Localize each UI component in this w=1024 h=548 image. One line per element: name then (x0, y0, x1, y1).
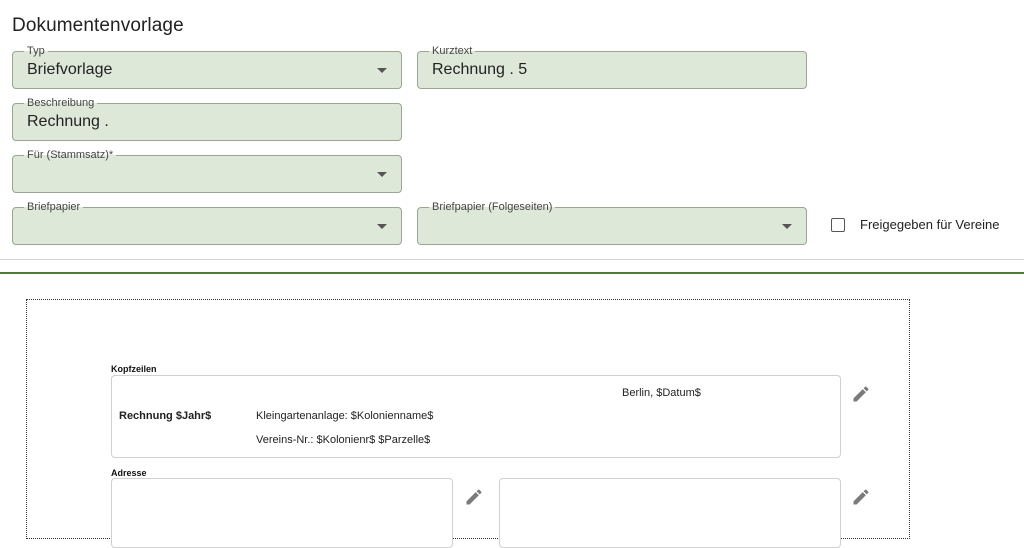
pencil-icon (466, 489, 482, 505)
fuer-stammsatz-label: Für (Stammsatz)* (24, 149, 117, 161)
freigegeben-checkbox[interactable] (831, 217, 845, 232)
chevron-down-icon (377, 224, 387, 229)
form-divider (0, 259, 1024, 260)
kurztext-value: Rechnung . 5 (432, 61, 528, 78)
edit-adresse-right-button[interactable] (851, 487, 871, 507)
adresse-label: Adresse (111, 468, 147, 478)
edit-adresse-left-button[interactable] (464, 487, 484, 507)
fuer-stammsatz-select[interactable]: Für (Stammsatz)* (12, 149, 402, 193)
pencil-icon (853, 386, 869, 402)
freigegeben-checkbox-row[interactable]: Freigegeben für Vereine (831, 217, 999, 232)
pencil-icon (853, 489, 869, 505)
beschreibung-input[interactable]: Beschreibung Rechnung . (12, 97, 402, 141)
page-title: Dokumentenvorlage (12, 15, 184, 36)
beschreibung-label: Beschreibung (24, 97, 98, 109)
kopfzeilen-box[interactable]: Berlin, $Datum$ Rechnung $Jahr$ Kleingar… (111, 375, 841, 458)
kopfzeilen-datum: Berlin, $Datum$ (622, 387, 701, 399)
template-canvas: Kopfzeilen Berlin, $Datum$ Rechnung $Jah… (26, 299, 910, 548)
adresse-left-box[interactable] (111, 478, 453, 548)
kopfzeilen-label: Kopfzeilen (111, 364, 157, 374)
kopfzeilen-line2: Vereins-Nr.: $Kolonienr$ $Parzelle$ (256, 434, 431, 446)
kopfzeilen-title: Rechnung $Jahr$ (119, 410, 212, 422)
typ-label: Typ (24, 45, 48, 57)
briefpapier-select[interactable]: Briefpapier (12, 201, 402, 245)
beschreibung-value: Rechnung . (27, 113, 109, 130)
section-divider (0, 272, 1024, 274)
kurztext-input[interactable]: Kurztext Rechnung . 5 (417, 45, 807, 89)
kopfzeilen-line1: Kleingartenanlage: $Kolonienname$ (256, 410, 434, 422)
adresse-right-box[interactable] (499, 478, 841, 548)
kurztext-label: Kurztext (429, 45, 476, 57)
chevron-down-icon (377, 68, 387, 73)
typ-select[interactable]: Typ Briefvorlage (12, 45, 402, 89)
typ-value: Briefvorlage (27, 61, 113, 78)
briefpapier-label: Briefpapier (24, 201, 84, 213)
chevron-down-icon (377, 172, 387, 177)
briefpapier-folgeseiten-select[interactable]: Briefpapier (Folgeseiten) (417, 201, 807, 245)
chevron-down-icon (782, 224, 792, 229)
briefpapier-folgeseiten-label: Briefpapier (Folgeseiten) (429, 201, 556, 213)
edit-kopfzeilen-button[interactable] (851, 384, 871, 404)
freigegeben-label[interactable]: Freigegeben für Vereine (860, 217, 999, 232)
